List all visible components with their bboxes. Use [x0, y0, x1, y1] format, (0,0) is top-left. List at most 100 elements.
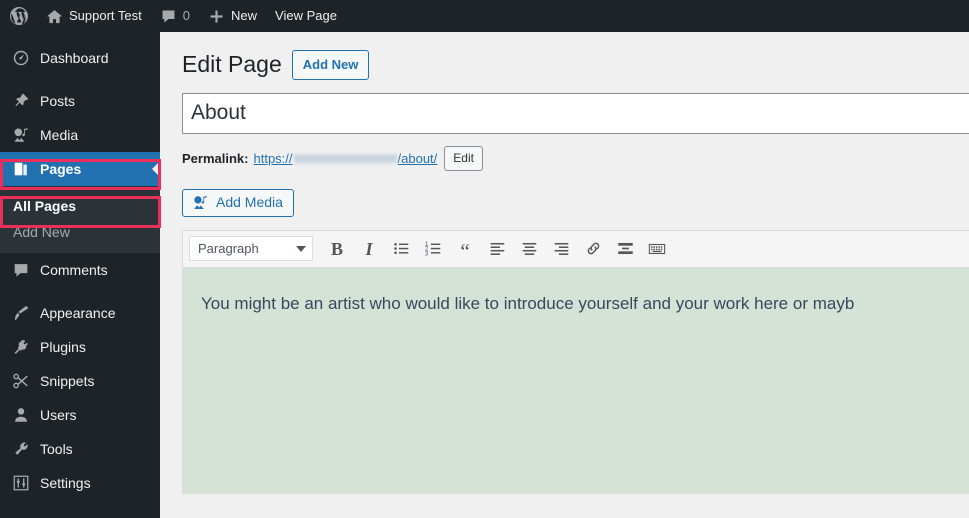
wordpress-logo-button[interactable] — [0, 0, 37, 32]
italic-button[interactable]: I — [353, 235, 385, 263]
editor-content-area[interactable]: You might be an artist who would like to… — [183, 267, 969, 494]
read-more-button[interactable] — [609, 235, 641, 263]
bulleted-list-button[interactable] — [385, 235, 417, 263]
page-title: Edit Page — [182, 51, 282, 78]
plus-icon — [208, 8, 225, 25]
editor-toolbar: Paragraph B I 1 2 3 “ — [183, 230, 969, 268]
pages-icon — [11, 159, 31, 179]
new-content-button[interactable]: New — [199, 0, 266, 32]
home-icon — [46, 8, 63, 25]
sidebar-item-label: Snippets — [40, 372, 95, 389]
user-icon — [11, 405, 31, 425]
dashboard-gauge-icon — [11, 48, 31, 68]
sidebar-item-label: Settings — [40, 474, 91, 491]
sidebar-item-posts[interactable]: Posts — [0, 84, 160, 118]
sidebar-item-tools[interactable]: Tools — [0, 432, 160, 466]
sidebar-item-label: Comments — [40, 261, 108, 278]
permalink-suffix: /about/ — [397, 150, 438, 166]
sidebar-item-label: Posts — [40, 92, 76, 109]
svg-text:3: 3 — [425, 252, 429, 258]
plug-icon — [11, 337, 31, 357]
sidebar-item-plugins[interactable]: Plugins — [0, 330, 160, 364]
sidebar-item-media[interactable]: Media — [0, 118, 160, 152]
link-chain-icon — [585, 240, 602, 257]
menu-spacer-2 — [0, 287, 160, 296]
align-left-button[interactable] — [481, 235, 513, 263]
sidebar-item-appearance[interactable]: Appearance — [0, 296, 160, 330]
site-name-button[interactable]: Support Test — [37, 0, 151, 32]
paragraph-format-value: Paragraph — [198, 241, 259, 257]
blockquote-icon: “ — [460, 239, 470, 264]
sliders-icon — [11, 473, 31, 493]
comment-bubble-icon — [11, 260, 31, 280]
bulleted-list-icon — [393, 240, 410, 257]
read-more-icon — [617, 240, 634, 257]
add-media-label: Add Media — [216, 194, 283, 211]
sidebar-item-label: Plugins — [40, 338, 86, 355]
new-content-label: New — [231, 8, 258, 23]
align-right-icon — [553, 240, 570, 257]
comments-count: 0 — [182, 8, 190, 23]
main-content-area: Edit Page Add New Permalink: https:// /a… — [160, 32, 969, 518]
edit-permalink-button[interactable]: Edit — [444, 145, 483, 171]
sidebar-item-label: Users — [40, 406, 77, 423]
menu-spacer-top — [0, 32, 160, 41]
permalink-row: Permalink: https:// /about/ Edit — [182, 145, 969, 171]
sidebar-item-dashboard[interactable]: Dashboard — [0, 41, 160, 75]
sidebar-item-label: Tools — [40, 440, 73, 457]
blockquote-button[interactable]: “ — [449, 235, 481, 263]
sidebar-item-users[interactable]: Users — [0, 398, 160, 432]
align-center-button[interactable] — [513, 235, 545, 263]
redacted-domain-block — [293, 150, 397, 166]
scissors-icon — [11, 371, 31, 391]
italic-icon: I — [365, 238, 373, 259]
content-editor: Paragraph B I 1 2 3 “ You might be an ar… — [182, 229, 969, 494]
paintbrush-icon — [11, 303, 31, 323]
admin-bar: Support Test 0 New View Page — [0, 0, 969, 32]
comment-bubble-icon — [160, 8, 177, 25]
site-name-label: Support Test — [69, 8, 142, 23]
view-page-label: View Page — [275, 8, 337, 23]
post-title-input[interactable] — [182, 92, 969, 134]
bold-button[interactable]: B — [321, 235, 353, 263]
add-new-page-button[interactable]: Add New — [291, 50, 370, 80]
sidebar-item-comments[interactable]: Comments — [0, 253, 160, 287]
align-left-icon — [489, 240, 506, 257]
numbered-list-icon: 1 2 3 — [425, 240, 442, 257]
align-center-icon — [521, 240, 538, 257]
add-media-icon — [192, 194, 209, 211]
pin-icon — [11, 91, 31, 111]
sidebar-item-settings[interactable]: Settings — [0, 466, 160, 500]
sidebar-item-snippets[interactable]: Snippets — [0, 364, 160, 398]
edit-page-wrap: Edit Page Add New Permalink: https:// /a… — [160, 32, 969, 494]
bold-icon: B — [330, 238, 343, 259]
pages-submenu: All Pages Add New — [0, 186, 160, 253]
add-media-button[interactable]: Add Media — [182, 188, 294, 217]
numbered-list-button[interactable]: 1 2 3 — [417, 235, 449, 263]
comments-button[interactable]: 0 — [151, 0, 199, 32]
paragraph-format-select[interactable]: Paragraph — [189, 236, 313, 262]
insert-link-button[interactable] — [577, 235, 609, 263]
sidebar-item-label: Media — [40, 126, 79, 143]
permalink-prefix: https:// — [253, 150, 293, 166]
sidebar-item-label: Pages — [40, 160, 82, 177]
sidebar-item-all-pages[interactable]: All Pages — [0, 193, 160, 219]
active-menu-arrow-icon — [152, 161, 160, 177]
chevron-down-icon — [296, 245, 306, 252]
page-header: Edit Page Add New — [182, 50, 969, 80]
wrench-icon — [11, 439, 31, 459]
sidebar-item-add-new-page[interactable]: Add New — [0, 219, 160, 245]
permalink-label: Permalink: — [182, 150, 249, 166]
align-right-button[interactable] — [545, 235, 577, 263]
view-page-button[interactable]: View Page — [266, 0, 346, 32]
sidebar-item-pages[interactable]: Pages — [0, 152, 160, 186]
admin-sidebar-menu: Dashboard Posts Media Pages All Pages Ad… — [0, 32, 160, 518]
sidebar-item-label: Appearance — [40, 304, 116, 321]
menu-spacer-1 — [0, 75, 160, 84]
permalink-link[interactable]: https:// /about/ — [253, 150, 438, 166]
toolbar-toggle-button[interactable] — [641, 235, 673, 263]
wordpress-logo-icon — [9, 6, 29, 26]
keyboard-icon — [648, 240, 666, 258]
sidebar-item-label: Dashboard — [40, 49, 109, 66]
media-music-icon — [11, 125, 31, 145]
